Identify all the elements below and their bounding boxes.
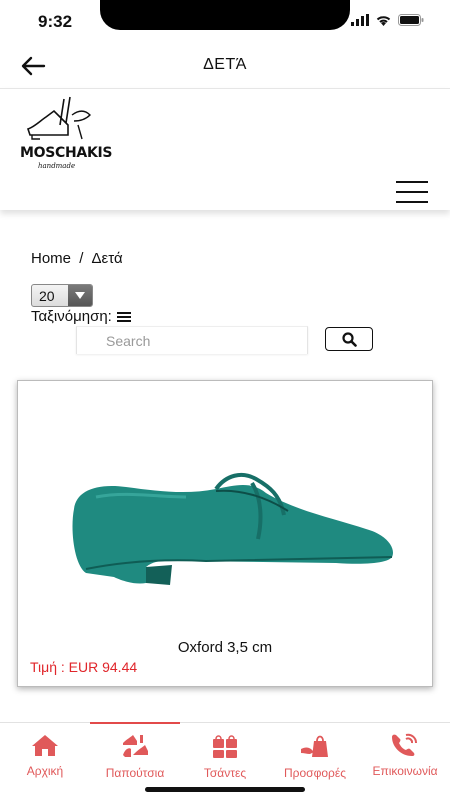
tab-home[interactable]: Αρχική — [0, 723, 90, 800]
app-header: ΔΕΤΆ — [0, 44, 450, 88]
product-card[interactable]: Oxford 3,5 cm Τιμή : EUR 94.44 — [17, 380, 433, 687]
tab-offers-label: Προσφορές — [284, 766, 346, 780]
breadcrumb-home-link[interactable]: Home — [31, 250, 71, 267]
battery-icon — [398, 14, 424, 26]
offers-icon — [301, 735, 328, 757]
tab-home-label: Αρχική — [26, 764, 64, 778]
device-notch — [100, 0, 350, 30]
per-page-select[interactable]: 20 — [31, 284, 93, 307]
search-button[interactable] — [325, 327, 373, 351]
logo-bar: MOSCHAKIS handmade — [0, 88, 450, 210]
search-icon — [341, 331, 357, 347]
menu-icon[interactable] — [396, 181, 428, 203]
home-indicator — [145, 787, 305, 792]
product-price: Τιμή : EUR 94.44 — [30, 659, 138, 675]
tab-contact[interactable]: Επικοινωνία — [360, 723, 450, 800]
signal-icon — [351, 14, 369, 26]
breadcrumb: Home / Δετά — [31, 250, 123, 267]
breadcrumb-current: Δετά — [91, 250, 123, 267]
chevron-down-icon — [75, 292, 85, 299]
per-page-value: 20 — [39, 287, 55, 304]
product-image — [72, 472, 393, 585]
contact-icon — [392, 733, 417, 756]
wifi-icon — [376, 16, 391, 26]
product-name: Oxford 3,5 cm — [177, 639, 273, 656]
shoes-icon — [123, 735, 148, 757]
breadcrumb-separator: / — [79, 250, 84, 267]
shoe-logo-icon — [26, 96, 91, 140]
search-input[interactable] — [76, 326, 308, 354]
tab-bags-label: Τσάντες — [203, 766, 247, 780]
list-icon — [116, 311, 131, 322]
sort-label: Ταξινόμηση: — [31, 308, 112, 325]
tab-shoes-label: Παπούτσια — [105, 766, 165, 780]
status-time: 9:32 — [38, 12, 73, 31]
status-icons — [351, 14, 424, 26]
page-title: ΔΕΤΆ — [203, 56, 247, 73]
logo-tagline: handmade — [38, 162, 76, 170]
logo-name: MOSCHAKIS — [20, 145, 113, 161]
bags-icon — [213, 735, 237, 758]
dropdown-arrow — [68, 285, 92, 306]
sort-control[interactable]: Ταξινόμηση: — [31, 308, 131, 325]
tab-bar: Αρχική Παπούτσια Τσάντες Προσφορές Επικο… — [0, 722, 450, 800]
home-icon — [32, 735, 58, 756]
status-bar: 9:32 — [0, 0, 450, 44]
brand-logo[interactable]: MOSCHAKIS handmade — [20, 95, 113, 175]
tab-contact-label: Επικοινωνία — [372, 764, 438, 778]
